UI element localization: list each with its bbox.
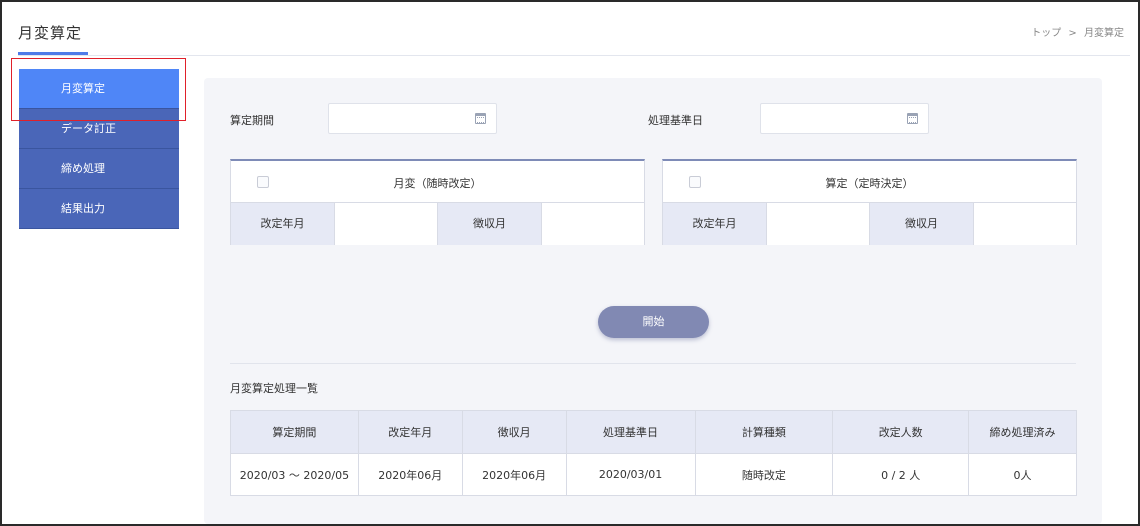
column-header: 算定期間	[230, 410, 359, 454]
column-header: 改定年月	[357, 410, 463, 454]
collection-month-label: 徴収月	[438, 203, 542, 245]
column-header: 徴収月	[461, 410, 567, 454]
page-title: 月変算定	[18, 24, 83, 42]
monthly-change-label: 月変（随時改定）	[393, 177, 482, 190]
table-row[interactable]: 2020/03 ～ 2020/05 2020年06月 2020年06月 2020…	[230, 453, 1077, 496]
table-cell: 0 / 2 人	[832, 453, 970, 496]
base-date-label: 処理基準日	[648, 114, 703, 127]
sidebar-item-output[interactable]: 結果出力	[19, 189, 179, 229]
table-cell: 2020/03/01	[565, 453, 696, 496]
calculation-label: 算定（定時決定）	[825, 177, 914, 190]
app-window: 月変算定 トップ > 月変算定 月変算定 データ訂正 締め処理 結果出力 算定期…	[0, 0, 1140, 526]
column-header: 改定人数	[832, 410, 970, 454]
breadcrumb-home[interactable]: トップ	[1031, 28, 1061, 39]
monthly-change-box: 月変（随時改定） 改定年月 徴収月	[230, 159, 645, 245]
calendar-icon[interactable]	[907, 113, 918, 124]
table-cell: 随時改定	[694, 453, 834, 496]
table-cell: 2020/03 ～ 2020/05	[230, 453, 359, 496]
monthly-change-header: 月変（随時改定）	[231, 161, 644, 203]
sidebar-item-closing[interactable]: 締め処理	[19, 149, 179, 189]
breadcrumb: トップ > 月変算定	[1029, 24, 1126, 39]
calculation-header: 算定（定時決定）	[663, 161, 1076, 203]
revision-month-label: 改定年月	[663, 203, 767, 245]
sidebar-item-data-correction[interactable]: データ訂正	[19, 109, 179, 149]
sidebar-item-label: 締め処理	[61, 162, 105, 175]
period-label: 算定期間	[230, 114, 274, 127]
table-cell: 2020年06月	[461, 453, 567, 496]
calculation-box: 算定（定時決定） 改定年月 徴収月	[662, 159, 1077, 245]
column-header: 計算種類	[694, 410, 834, 454]
column-header: 締め処理済み	[968, 410, 1077, 454]
sidebar-item-monthly-change[interactable]: 月変算定	[19, 69, 179, 109]
sidebar: 月変算定 データ訂正 締め処理 結果出力	[19, 69, 179, 229]
section-divider	[230, 363, 1076, 364]
list-title: 月変算定処理一覧	[230, 382, 318, 395]
table-header-row: 算定期間 改定年月 徴収月 処理基準日 計算種類 改定人数 締め処理済み	[230, 410, 1077, 454]
page-header: 月変算定 トップ > 月変算定	[2, 2, 1138, 56]
sidebar-item-label: 結果出力	[61, 202, 105, 215]
revision-month-label: 改定年月	[231, 203, 335, 245]
column-header: 処理基準日	[565, 410, 696, 454]
revision-month-field[interactable]	[335, 203, 438, 245]
breadcrumb-separator: >	[1068, 28, 1077, 39]
calculation-fields: 改定年月 徴収月	[663, 203, 1076, 245]
header-divider	[18, 55, 1130, 56]
calendar-icon[interactable]	[475, 113, 486, 124]
period-input[interactable]	[328, 103, 497, 134]
start-button[interactable]: 開始	[598, 306, 709, 338]
table-cell: 0人	[968, 453, 1077, 496]
base-date-input[interactable]	[760, 103, 929, 134]
breadcrumb-current: 月変算定	[1084, 28, 1124, 39]
main-panel: 算定期間 処理基準日 月変（随時改定） 改定年月 徴収月 算定（定時決定） 改定…	[204, 78, 1102, 524]
result-table: 算定期間 改定年月 徴収月 処理基準日 計算種類 改定人数 締め処理済み 202…	[230, 410, 1077, 496]
sidebar-item-label: 月変算定	[61, 82, 105, 95]
collection-month-label: 徴収月	[870, 203, 974, 245]
revision-month-field[interactable]	[767, 203, 870, 245]
monthly-change-fields: 改定年月 徴収月	[231, 203, 644, 245]
sidebar-item-label: データ訂正	[61, 122, 116, 135]
table-cell: 2020年06月	[357, 453, 463, 496]
collection-month-field[interactable]	[974, 203, 1076, 245]
collection-month-field[interactable]	[542, 203, 644, 245]
